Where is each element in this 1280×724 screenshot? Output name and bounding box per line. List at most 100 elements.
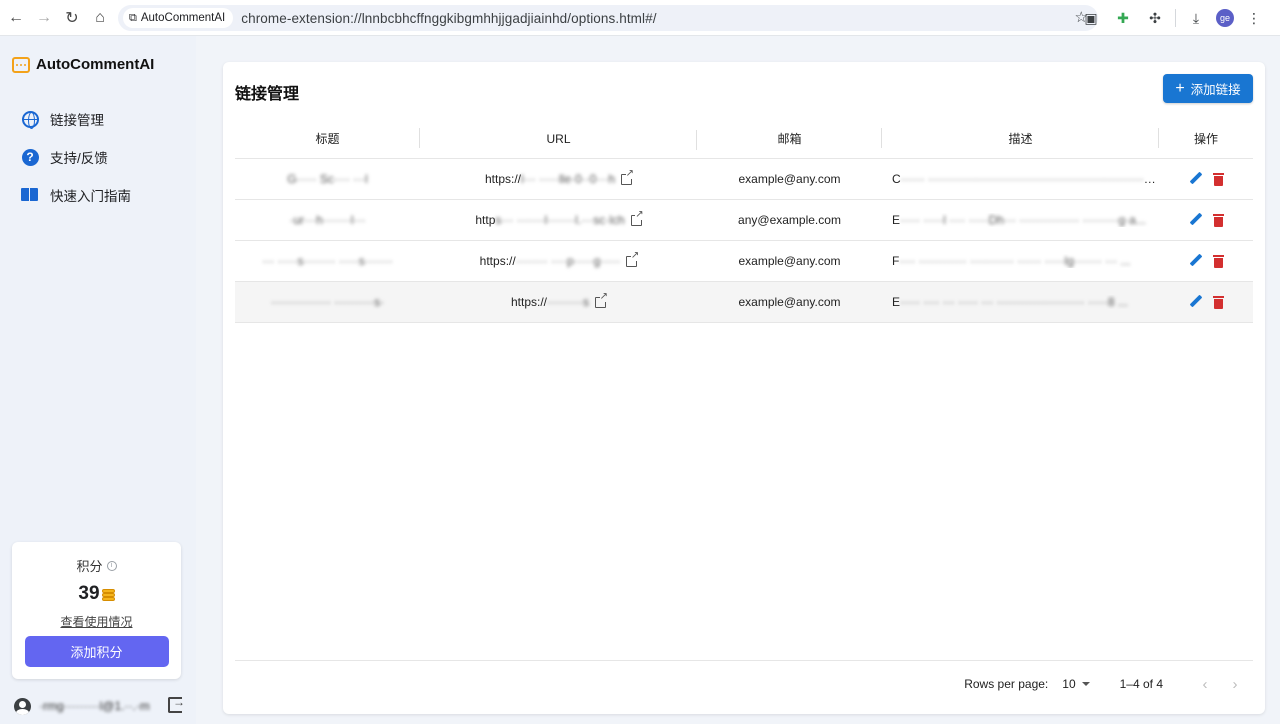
delete-trash-icon[interactable] xyxy=(1212,295,1224,309)
page-title: 链接管理 xyxy=(235,86,300,103)
address-bar[interactable]: ⧉ AutoCommentAI chrome-extension://lnnbc… xyxy=(118,5,1098,31)
add-points-button[interactable]: 添加积分 xyxy=(24,636,169,667)
row-actions xyxy=(1159,213,1253,227)
open-link-icon[interactable] xyxy=(621,168,634,185)
brand[interactable]: AutoCommentAI xyxy=(12,56,154,73)
row-title: ··············· ··········s· xyxy=(270,295,385,309)
sidebar-item-label: 支持/反馈 xyxy=(50,151,108,166)
pagination-range: 1–4 of 4 xyxy=(1119,677,1163,691)
user-avatar-icon xyxy=(14,697,31,715)
browser-toolbar: ← → ↻ ⌂ ⧉ AutoCommentAI chrome-extension… xyxy=(0,0,1280,36)
points-card: 积分 i 39 查看使用情况 添加积分 xyxy=(12,542,181,679)
chat-bubble-icon xyxy=(12,56,30,73)
usage-link[interactable]: 查看使用情况 xyxy=(12,613,181,630)
row-description: E····· ···· ··· ····· ··· ··············… xyxy=(882,295,1159,309)
forward-arrow-icon[interactable]: → xyxy=(30,4,58,32)
row-email: example@any.com xyxy=(738,254,841,268)
site-chip[interactable]: ⧉ AutoCommentAI xyxy=(123,8,234,28)
edit-pencil-icon[interactable] xyxy=(1189,295,1203,309)
sidebar-item-label: 快速入门指南 xyxy=(50,189,131,204)
url-rest: ·········s xyxy=(547,295,589,309)
sidebar: AutoCommentAI 链接管理 ? 支持/反馈 快速入门指南 积分 i 3… xyxy=(0,36,196,724)
user-email: ·rmg·········l@1.··.·m xyxy=(39,699,150,713)
url-rest: s··· ·······l·······l.···sc·lch xyxy=(495,213,625,227)
desc-rest: ····· ·····l ···· ·····Dh··· ···········… xyxy=(900,213,1146,227)
table-row[interactable]: ··············· ··········s· https://···… xyxy=(235,282,1253,323)
table-row[interactable]: ·ur···h·······l··· https··· ·······l····… xyxy=(235,200,1253,241)
extension-pin-icon[interactable]: ✚ xyxy=(1111,4,1135,32)
toolbar-divider xyxy=(1175,9,1176,27)
row-email: example@any.com xyxy=(738,295,841,309)
url-prefix: https:// xyxy=(479,254,516,268)
edit-pencil-icon[interactable] xyxy=(1189,172,1203,186)
add-link-label: 添加链接 xyxy=(1190,83,1241,97)
site-chip-label: AutoCommentAI xyxy=(140,12,226,24)
desc-rest: ···· ············ ··········· ······ ···… xyxy=(899,254,1131,268)
open-link-icon[interactable] xyxy=(595,291,608,308)
edit-pencil-icon[interactable] xyxy=(1189,254,1203,268)
rows-per-page-select[interactable]: 10 xyxy=(1062,677,1090,691)
info-icon[interactable]: i xyxy=(106,560,117,571)
coins-icon xyxy=(101,588,115,601)
delete-trash-icon[interactable] xyxy=(1212,213,1224,227)
table-row[interactable]: G····· Sc···· ···l https://l··· ·····lle… xyxy=(235,159,1253,200)
extensions-puzzle-icon[interactable]: ✣ xyxy=(1143,4,1167,32)
url-prefix: http xyxy=(475,213,496,227)
row-url: https://·········s xyxy=(420,291,697,309)
download-icon[interactable]: ⤓ xyxy=(1184,4,1208,32)
add-link-button[interactable]: + 添加链接 xyxy=(1163,74,1253,103)
url-prefix: https:// xyxy=(484,172,522,186)
row-description: C······ ································… xyxy=(882,172,1159,186)
open-link-icon[interactable] xyxy=(626,250,640,267)
table-footer-divider xyxy=(235,660,1253,661)
row-url: https://········ ····p·····g····· xyxy=(420,250,697,268)
column-header-email: 邮箱 xyxy=(697,128,882,148)
caret-down-icon xyxy=(1081,682,1090,686)
row-email: any@example.com xyxy=(738,213,841,227)
profile-avatar[interactable]: ge xyxy=(1216,9,1234,27)
sidebar-item-support[interactable]: ? 支持/反馈 xyxy=(20,138,131,176)
url-rest: l··· ·····lle·0··0···h xyxy=(521,172,615,186)
delete-trash-icon[interactable] xyxy=(1212,172,1224,186)
reading-mode-icon[interactable]: ▣ xyxy=(1079,4,1103,32)
rows-per-page-label: Rows per page: xyxy=(964,677,1049,691)
help-icon: ? xyxy=(20,147,40,167)
sidebar-item-link-management[interactable]: 链接管理 xyxy=(20,100,131,138)
book-icon xyxy=(20,185,40,205)
desc-rest: ······ ·································… xyxy=(900,172,1159,186)
more-menu-icon[interactable]: ⋮ xyxy=(1242,4,1266,32)
points-value: 39 xyxy=(78,583,100,604)
row-description: E····· ·····l ···· ·····Dh··· ··········… xyxy=(882,213,1159,227)
logout-icon[interactable] xyxy=(168,695,185,713)
row-description: F···· ············ ··········· ······ ··… xyxy=(882,254,1159,268)
desc-prefix: C xyxy=(892,172,901,186)
points-label: 积分 xyxy=(76,559,103,574)
open-link-icon[interactable] xyxy=(630,209,644,226)
column-header-url: URL xyxy=(420,129,697,150)
desc-prefix: E xyxy=(892,213,901,227)
brand-name: AutoCommentAI xyxy=(36,56,155,73)
prev-page-icon[interactable]: ‹ xyxy=(1195,674,1215,694)
table-row[interactable]: ··· ·····s········ ·····s······· https:/… xyxy=(235,241,1253,282)
row-actions xyxy=(1159,254,1253,268)
back-arrow-icon[interactable]: ← xyxy=(2,4,30,32)
row-actions xyxy=(1159,295,1253,309)
links-table: 标题 URL 邮箱 描述 操作 G····· Sc···· ···l https… xyxy=(235,119,1253,323)
user-row: ·rmg·········l@1.··.·m xyxy=(14,695,185,717)
edit-pencil-icon[interactable] xyxy=(1189,213,1203,227)
sidebar-item-quickstart[interactable]: 快速入门指南 xyxy=(20,176,131,214)
delete-trash-icon[interactable] xyxy=(1212,254,1224,268)
reload-icon[interactable]: ↻ xyxy=(58,4,86,32)
sidebar-item-label: 链接管理 xyxy=(50,113,104,128)
row-actions xyxy=(1159,172,1253,186)
home-icon[interactable]: ⌂ xyxy=(86,4,114,32)
column-header-description: 描述 xyxy=(882,128,1159,148)
row-title: ··· ·····s········ ·····s······· xyxy=(262,254,393,268)
column-header-title: 标题 xyxy=(235,128,420,148)
globe-icon xyxy=(20,109,40,129)
points-value-row: 39 xyxy=(12,583,181,605)
url-prefix: https:// xyxy=(511,295,548,309)
url-text[interactable]: chrome-extension://lnnbcbhcffnggkibgmhhj… xyxy=(241,11,656,26)
next-page-icon[interactable]: › xyxy=(1225,674,1245,694)
plus-icon: + xyxy=(1175,79,1185,97)
